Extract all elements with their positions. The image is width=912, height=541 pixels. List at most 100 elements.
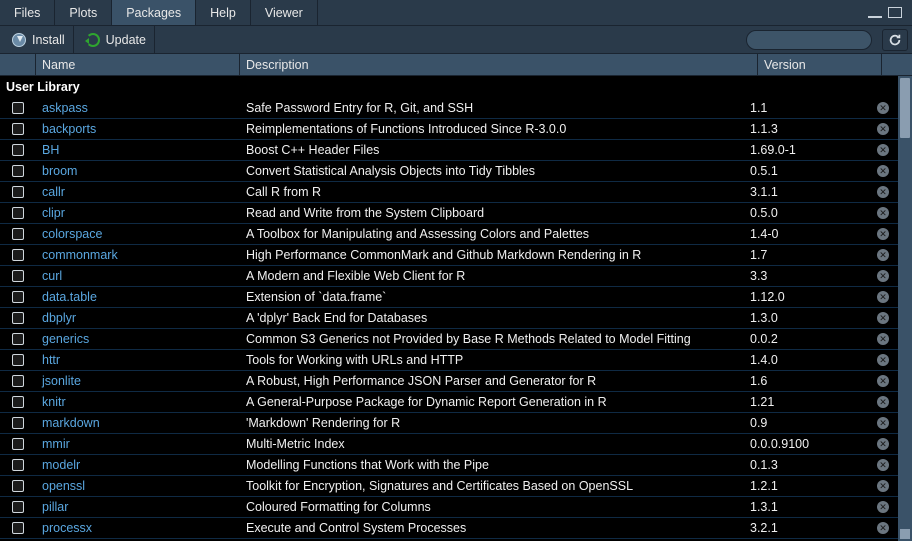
package-load-checkbox[interactable] [0,417,36,429]
package-name-link[interactable]: colorspace [36,227,240,241]
tab-packages[interactable]: Packages [112,0,196,25]
remove-icon[interactable] [877,417,889,429]
package-remove-cell [868,417,898,429]
package-load-checkbox[interactable] [0,333,36,345]
package-description: Reimplementations of Functions Introduce… [240,122,744,136]
package-version: 1.2.1 [744,479,868,493]
package-load-checkbox[interactable] [0,249,36,261]
package-row: opensslToolkit for Encryption, Signature… [0,476,898,497]
remove-icon[interactable] [877,480,889,492]
package-load-checkbox[interactable] [0,165,36,177]
package-load-checkbox[interactable] [0,291,36,303]
package-remove-cell [868,144,898,156]
package-name-link[interactable]: clipr [36,206,240,220]
package-load-checkbox[interactable] [0,228,36,240]
column-header-version[interactable]: Version [758,54,882,75]
remove-icon[interactable] [877,501,889,513]
remove-icon[interactable] [877,291,889,303]
package-load-checkbox[interactable] [0,312,36,324]
package-name-link[interactable]: pillar [36,500,240,514]
package-name-link[interactable]: httr [36,353,240,367]
remove-icon[interactable] [877,270,889,282]
package-load-checkbox[interactable] [0,375,36,387]
package-load-checkbox[interactable] [0,144,36,156]
package-load-checkbox[interactable] [0,270,36,282]
tab-help[interactable]: Help [196,0,251,25]
tab-viewer[interactable]: Viewer [251,0,318,25]
package-name-link[interactable]: dbplyr [36,311,240,325]
package-version: 3.3 [744,269,868,283]
search-box[interactable] [746,30,872,50]
package-name-link[interactable]: callr [36,185,240,199]
package-load-checkbox[interactable] [0,396,36,408]
package-row: httrTools for Working with URLs and HTTP… [0,350,898,371]
remove-icon[interactable] [877,396,889,408]
refresh-button[interactable] [882,29,908,51]
package-name-link[interactable]: generics [36,332,240,346]
package-description: Tools for Working with URLs and HTTP [240,353,744,367]
package-row: BHBoost C++ Header Files1.69.0-1 [0,140,898,161]
package-remove-cell [868,459,898,471]
package-name-link[interactable]: backports [36,122,240,136]
remove-icon[interactable] [877,102,889,114]
tab-files[interactable]: Files [0,0,55,25]
remove-icon[interactable] [877,459,889,471]
maximize-icon[interactable] [888,7,902,18]
package-load-checkbox[interactable] [0,123,36,135]
package-load-checkbox[interactable] [0,207,36,219]
package-name-link[interactable]: modelr [36,458,240,472]
remove-icon[interactable] [877,375,889,387]
package-version: 0.5.1 [744,164,868,178]
column-header-name[interactable]: Name [36,54,240,75]
remove-icon[interactable] [877,207,889,219]
package-version: 0.1.3 [744,458,868,472]
package-load-checkbox[interactable] [0,522,36,534]
tabbar-spacer [318,0,868,25]
package-name-link[interactable]: askpass [36,101,240,115]
remove-icon[interactable] [877,522,889,534]
package-description: A General-Purpose Package for Dynamic Re… [240,395,744,409]
remove-icon[interactable] [877,123,889,135]
remove-icon[interactable] [877,438,889,450]
package-load-checkbox[interactable] [0,354,36,366]
vertical-scrollbar[interactable] [898,76,912,541]
remove-icon[interactable] [877,354,889,366]
remove-icon[interactable] [877,144,889,156]
package-load-checkbox[interactable] [0,501,36,513]
package-name-link[interactable]: BH [36,143,240,157]
update-button[interactable]: Update [78,26,155,53]
package-remove-cell [868,228,898,240]
remove-icon[interactable] [877,312,889,324]
remove-icon[interactable] [877,333,889,345]
package-name-link[interactable]: jsonlite [36,374,240,388]
package-name-link[interactable]: commonmark [36,248,240,262]
package-name-link[interactable]: data.table [36,290,240,304]
package-load-checkbox[interactable] [0,480,36,492]
package-name-link[interactable]: markdown [36,416,240,430]
package-load-checkbox[interactable] [0,186,36,198]
package-load-checkbox[interactable] [0,459,36,471]
remove-icon[interactable] [877,186,889,198]
package-name-link[interactable]: knitr [36,395,240,409]
remove-icon[interactable] [877,228,889,240]
package-load-checkbox[interactable] [0,102,36,114]
pane-tabbar: Files Plots Packages Help Viewer [0,0,912,26]
install-button[interactable]: Install [4,26,74,53]
column-header-description[interactable]: Description [240,54,758,75]
tab-plots[interactable]: Plots [55,0,112,25]
scrollbar-thumb[interactable] [900,78,910,138]
package-version: 1.3.0 [744,311,868,325]
package-name-link[interactable]: mmir [36,437,240,451]
tab-label: Plots [69,6,97,20]
package-name-link[interactable]: openssl [36,479,240,493]
remove-icon[interactable] [877,165,889,177]
minimize-icon[interactable] [868,7,882,18]
package-name-link[interactable]: broom [36,164,240,178]
package-name-link[interactable]: processx [36,521,240,535]
package-version: 1.4.0 [744,353,868,367]
package-load-checkbox[interactable] [0,438,36,450]
package-remove-cell [868,333,898,345]
remove-icon[interactable] [877,249,889,261]
package-row: backportsReimplementations of Functions … [0,119,898,140]
package-name-link[interactable]: curl [36,269,240,283]
